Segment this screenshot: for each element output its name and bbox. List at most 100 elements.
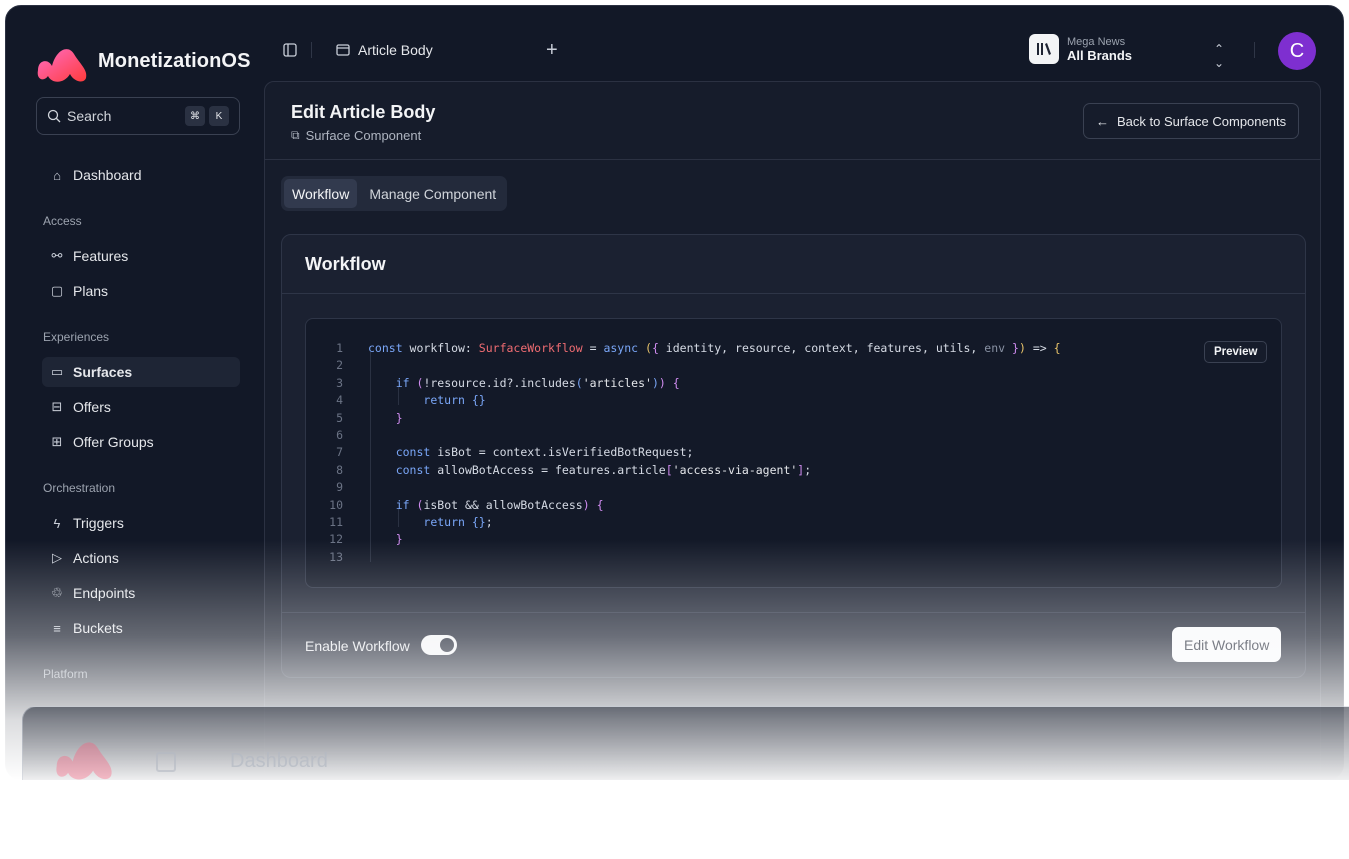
code-line: 5 } (306, 411, 1061, 428)
settings-sliders-icon: ⚯ (51, 248, 63, 263)
sidebar-item-offers[interactable]: ⊟ Offers (42, 392, 240, 422)
sidebar-section-experiences: Experiences (43, 330, 110, 344)
main-panel: Edit Article Body ⧉ Surface Component ← … (264, 81, 1321, 779)
code-line: 8 const allowBotAccess = features.articl… (306, 463, 1061, 480)
brand-sub-label: Mega News (1067, 35, 1126, 48)
reflection-dashboard-label: Dashboard (230, 750, 328, 772)
open-tab[interactable]: Article Body (336, 42, 433, 58)
sidebar-item-label: Triggers (73, 515, 124, 531)
sidebar-section-access: Access (43, 214, 82, 228)
line-number: 10 (329, 497, 343, 512)
code-line: 12 } (306, 532, 1061, 549)
sidebar-item-actions[interactable]: ▷ Actions (42, 543, 240, 573)
page-title: Edit Article Body (291, 102, 436, 122)
sidebar-item-endpoints[interactable]: ♲ Endpoints (42, 578, 240, 608)
code-line: 3 if (!resource.id?.includes('articles')… (306, 376, 1061, 393)
code-line: 11 return {}; (306, 515, 1061, 532)
edit-workflow-button[interactable]: Edit Workflow (1172, 627, 1282, 662)
header-divider (265, 159, 1320, 160)
line-number: 2 (336, 358, 343, 373)
line-number: 9 (336, 480, 343, 495)
sidebar-section-orchestration: Orchestration (43, 481, 116, 495)
code-line: 7 const isBot = context.isVerifiedBotReq… (306, 445, 1061, 462)
sidebar-item-label: Buckets (73, 620, 123, 636)
line-number: 7 (336, 445, 343, 460)
sidebar-item-label: Actions (73, 550, 119, 566)
code-editor[interactable]: 1 const workflow: SurfaceWorkflow = async… (305, 318, 1282, 588)
avatar[interactable]: C (1278, 32, 1316, 70)
line-number: 3 (336, 375, 343, 390)
line-number: 13 (329, 549, 343, 564)
search-icon (47, 109, 61, 123)
new-tab-plus-icon[interactable]: + (546, 39, 558, 62)
database-icon: ≡ (53, 620, 61, 636)
back-button-label: Back to Surface Components (1117, 113, 1287, 129)
sidebar-item-surfaces[interactable]: ▭ Surfaces (42, 357, 240, 387)
brand-library-icon (1029, 34, 1059, 64)
code-line: 10 if (isBot && allowBotAccess) { (306, 498, 1061, 515)
sidebar-item-plans[interactable]: ▢ Plans (42, 276, 240, 306)
search-input[interactable]: Search ⌘ K (36, 97, 240, 135)
app-window: MonetizationOS Article Body + Mega News … (5, 5, 1344, 780)
topbar-divider (311, 42, 312, 58)
component-icon: ⧉ (291, 128, 300, 142)
monetizationos-logo-icon (37, 49, 87, 82)
line-number: 4 (336, 393, 343, 408)
sidebar-item-features[interactable]: ⚯ Features (42, 241, 240, 271)
search-placeholder: Search (67, 108, 112, 124)
back-to-surface-components-button[interactable]: ← Back to Surface Components (1083, 103, 1300, 139)
tab-workflow[interactable]: Workflow (284, 179, 358, 208)
code-line: 9 (306, 480, 1061, 497)
open-tab-label: Article Body (358, 42, 433, 58)
surface-icon (336, 44, 350, 56)
sidebar-item-label: Offers (73, 399, 111, 415)
sidebar-item-label: Surfaces (73, 364, 133, 380)
reflection-logo-icon (56, 742, 112, 780)
chevron-up-down-icon[interactable]: ⌃ ⌄ (1214, 42, 1224, 70)
sidebar-item-label: Dashboard (73, 167, 142, 183)
sidebar-item-label: Features (73, 248, 129, 264)
card-divider (282, 293, 1305, 294)
ticket-icon: ⊟ (51, 399, 63, 414)
workflow-card-title: Workflow (305, 254, 386, 274)
surface-icon: ▭ (50, 364, 64, 379)
page-subtitle: ⧉ Surface Component (291, 128, 421, 143)
sidebar-item-buckets[interactable]: ≡ Buckets (42, 613, 240, 643)
home-icon: ⌂ (53, 167, 61, 183)
page-subtitle-label: Surface Component (305, 128, 422, 143)
sidebar-item-label: Endpoints (73, 585, 136, 601)
grid-icon: ⊞ (51, 434, 63, 449)
enable-workflow-toggle[interactable] (421, 635, 457, 655)
preview-button[interactable]: Preview (1204, 341, 1268, 363)
bottom-white-area (0, 780, 1349, 859)
shortcut-mod-key: ⌘ (185, 106, 205, 126)
topbar-divider-right (1254, 42, 1255, 58)
toggle-knob (440, 638, 454, 652)
line-number: 12 (329, 532, 343, 547)
code-line: 1 const workflow: SurfaceWorkflow = async… (306, 341, 1060, 358)
code-line: 6 (306, 428, 1061, 445)
line-number: 5 (336, 410, 343, 425)
tab-manage-component[interactable]: Manage Component (361, 179, 504, 208)
card-footer-divider (282, 612, 1305, 613)
line-number: 8 (336, 462, 343, 477)
sidebar-section-platform: Platform (43, 667, 88, 681)
brand-switcher[interactable]: Mega News All Brands (1029, 34, 1132, 64)
sidebar-toggle-icon[interactable] (283, 43, 297, 57)
arrow-left-icon: ← (1096, 113, 1109, 129)
lightning-icon: ϟ (53, 515, 61, 531)
enable-workflow-label: Enable Workflow (305, 638, 410, 654)
shortcut-k-key: K (209, 106, 229, 126)
code-lines: 1 const workflow: SurfaceWorkflow = async… (306, 341, 1061, 567)
code-line: 4 return {} (306, 393, 1061, 410)
reflection-sidebar-icon (156, 752, 176, 772)
line-number: 1 (336, 341, 343, 355)
webhook-icon: ♲ (51, 585, 63, 600)
line-number: 11 (329, 514, 343, 529)
code-line: 2 (306, 358, 1061, 375)
play-icon: ▷ (52, 550, 62, 565)
sidebar-item-offer-groups[interactable]: ⊞ Offer Groups (42, 427, 240, 457)
sidebar-item-triggers[interactable]: ϟ Triggers (42, 508, 240, 538)
workflow-card: Workflow 1 const workflow: SurfaceWorkflo… (281, 234, 1306, 678)
sidebar-item-dashboard[interactable]: ⌂ Dashboard (42, 160, 240, 190)
